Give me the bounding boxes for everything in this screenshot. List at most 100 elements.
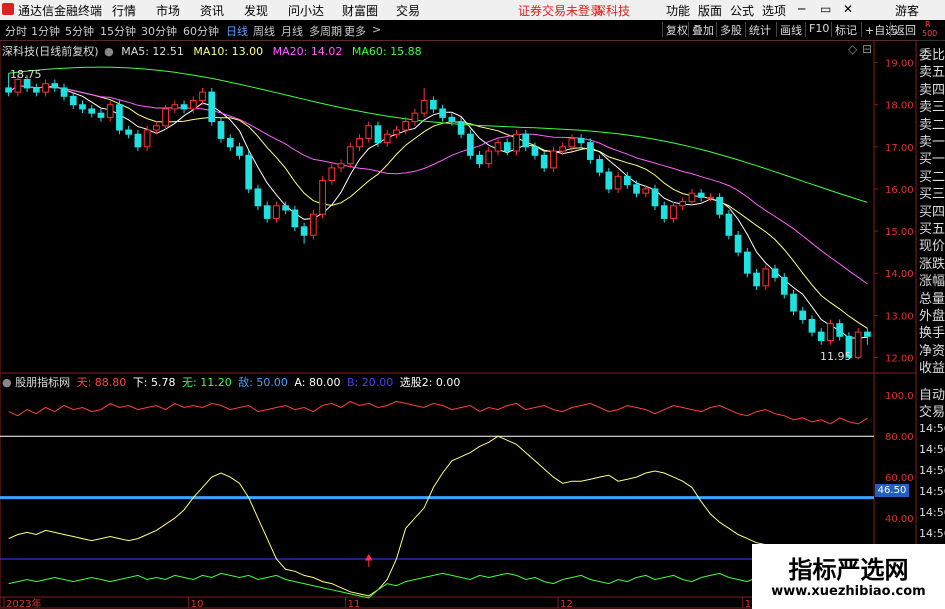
candle — [836, 319, 844, 341]
indicator-value-xia: 下: 5.78 — [132, 376, 176, 389]
tab-30min[interactable]: 30分钟 — [141, 23, 177, 39]
candle-body — [531, 146, 539, 156]
candle-body — [32, 87, 40, 93]
candle — [171, 100, 179, 114]
candle — [199, 87, 206, 105]
menu-item-function[interactable]: 功能 — [666, 2, 690, 19]
candle-body — [328, 167, 336, 182]
btn-mark[interactable]: 标记 — [831, 22, 860, 37]
quote-field-label: 卖三 — [919, 100, 945, 116]
candle — [799, 306, 807, 324]
candle — [420, 87, 428, 118]
candle — [226, 134, 234, 152]
layout-icon[interactable]: ⊟ — [862, 42, 872, 56]
moving-average-lines — [8, 66, 868, 339]
candle-body — [780, 276, 788, 295]
menu-item-market[interactable]: 市场 — [156, 2, 180, 19]
btn-adjust[interactable]: 复权 — [662, 22, 691, 37]
candle — [734, 231, 742, 257]
candlestick-series[interactable] — [5, 73, 871, 360]
candle — [51, 79, 59, 93]
quote-panel: 委比 卖五 卖四 卖三 卖二 卖一 买一 买二 买三 买四 买五 现价 涨跌 涨幅 总量 外盘 换手 净资 收益 自动… — [917, 42, 945, 609]
close-icon[interactable]: ✕ — [843, 2, 853, 16]
candle — [586, 138, 594, 164]
tab-1min[interactable]: 1分钟 — [31, 23, 60, 39]
minimize-icon[interactable]: ─ — [798, 2, 805, 16]
tab-5min[interactable]: 5分钟 — [65, 23, 94, 39]
diamond-icon[interactable]: ◇ — [848, 42, 857, 56]
menu-item-news[interactable]: 资讯 — [200, 2, 224, 19]
menu-item-discover[interactable]: 发现 — [244, 2, 268, 19]
ma5-label: MA5: 12.51 — [121, 45, 184, 58]
chart-area[interactable]: 19.00 18.00 17.00 16.00 15.00 14.00 13.00 12.00… — [0, 40, 917, 609]
candle — [245, 151, 253, 194]
candle — [827, 319, 834, 345]
candle — [125, 125, 133, 139]
login-status[interactable]: 证券交易未登录 — [518, 2, 602, 19]
indicator-value-tian: 天: 88.80 — [76, 376, 127, 389]
candle — [106, 100, 114, 122]
tab-multi-period[interactable]: 多周期 — [309, 23, 342, 39]
quote-field-label: 委比 — [919, 48, 945, 63]
indicator-name[interactable]: 股朋指标网 — [15, 376, 70, 389]
candle-body — [457, 121, 465, 135]
restore-icon[interactable]: ▭ — [820, 2, 831, 16]
chevron-right-icon[interactable]: > — [372, 23, 381, 36]
candle — [457, 117, 465, 139]
menu-item-wealth[interactable]: 财富圈 — [342, 2, 378, 19]
candle-body — [125, 129, 133, 135]
menu-item-formula[interactable]: 公式 — [730, 2, 754, 19]
settings-circle-icon[interactable]: ● — [104, 45, 114, 58]
btn-statistics[interactable]: 统计 — [745, 22, 774, 37]
menu-item-options[interactable]: 选项 — [762, 2, 786, 19]
ma10-label: MA10: 13.00 — [193, 45, 264, 58]
period-toolbar: 分时 1分钟 5分钟 15分钟 30分钟 60分钟 日线 周线 月线 多周期 更… — [0, 20, 945, 41]
candle-body — [448, 116, 456, 123]
candle — [346, 142, 354, 168]
btn-f10[interactable]: F10 — [805, 22, 832, 37]
candle — [550, 146, 557, 173]
candle-body — [152, 125, 160, 131]
tab-daily[interactable]: 日线 — [226, 23, 248, 39]
candle-body — [540, 154, 548, 169]
menu-item-trade[interactable]: 交易 — [396, 2, 420, 19]
tab-60min[interactable]: 60分钟 — [183, 23, 219, 39]
candle-body — [642, 188, 650, 194]
tab-monthly[interactable]: 月线 — [281, 23, 303, 39]
tab-more[interactable]: 更多 — [344, 23, 366, 39]
candle-body — [854, 331, 862, 358]
candle — [254, 184, 262, 210]
menu-item-ask[interactable]: 问小达 — [288, 2, 324, 19]
quote-field-label: 卖五 — [919, 65, 945, 81]
quote-field-label: 收益 — [919, 361, 945, 377]
auto-trade-label[interactable]: 交易 — [919, 401, 945, 420]
candle-body — [5, 87, 12, 93]
trade-time-label: 14:56 — [919, 485, 945, 498]
quote-field-label: 卖一 — [919, 135, 945, 150]
menu-item-layout[interactable]: 版面 — [698, 2, 722, 19]
tab-intraday[interactable]: 分时 — [5, 23, 27, 39]
btn-overlay[interactable]: 叠加 — [688, 22, 717, 37]
price-tick-label: 12.00 — [885, 353, 914, 364]
guest-label[interactable]: 游客 — [895, 2, 919, 19]
btn-multi-stock[interactable]: 多股 — [716, 22, 745, 37]
candle-body — [476, 154, 483, 165]
candle-body — [97, 112, 105, 118]
indicator-toggle-icon[interactable]: ● — [2, 376, 12, 389]
btn-draw-line[interactable]: 画线 — [776, 22, 805, 37]
tab-weekly[interactable]: 周线 — [253, 23, 275, 39]
watermark: 指标严选网 www.xuezhibiao.com — [752, 544, 945, 609]
candle — [494, 138, 502, 156]
candle-body — [725, 213, 733, 236]
candle-body — [697, 192, 705, 198]
candle — [134, 130, 142, 152]
tab-15min[interactable]: 15分钟 — [100, 23, 136, 39]
candle-body — [679, 201, 687, 207]
candle — [162, 104, 169, 130]
candle — [273, 201, 280, 223]
candle-body — [365, 125, 373, 139]
btn-back[interactable]: 返回 — [890, 22, 919, 37]
menu-item-quotes[interactable]: 行情 — [112, 2, 136, 19]
indicator-value-select: 选股2: 0.00 — [399, 376, 461, 389]
candle — [577, 134, 585, 147]
